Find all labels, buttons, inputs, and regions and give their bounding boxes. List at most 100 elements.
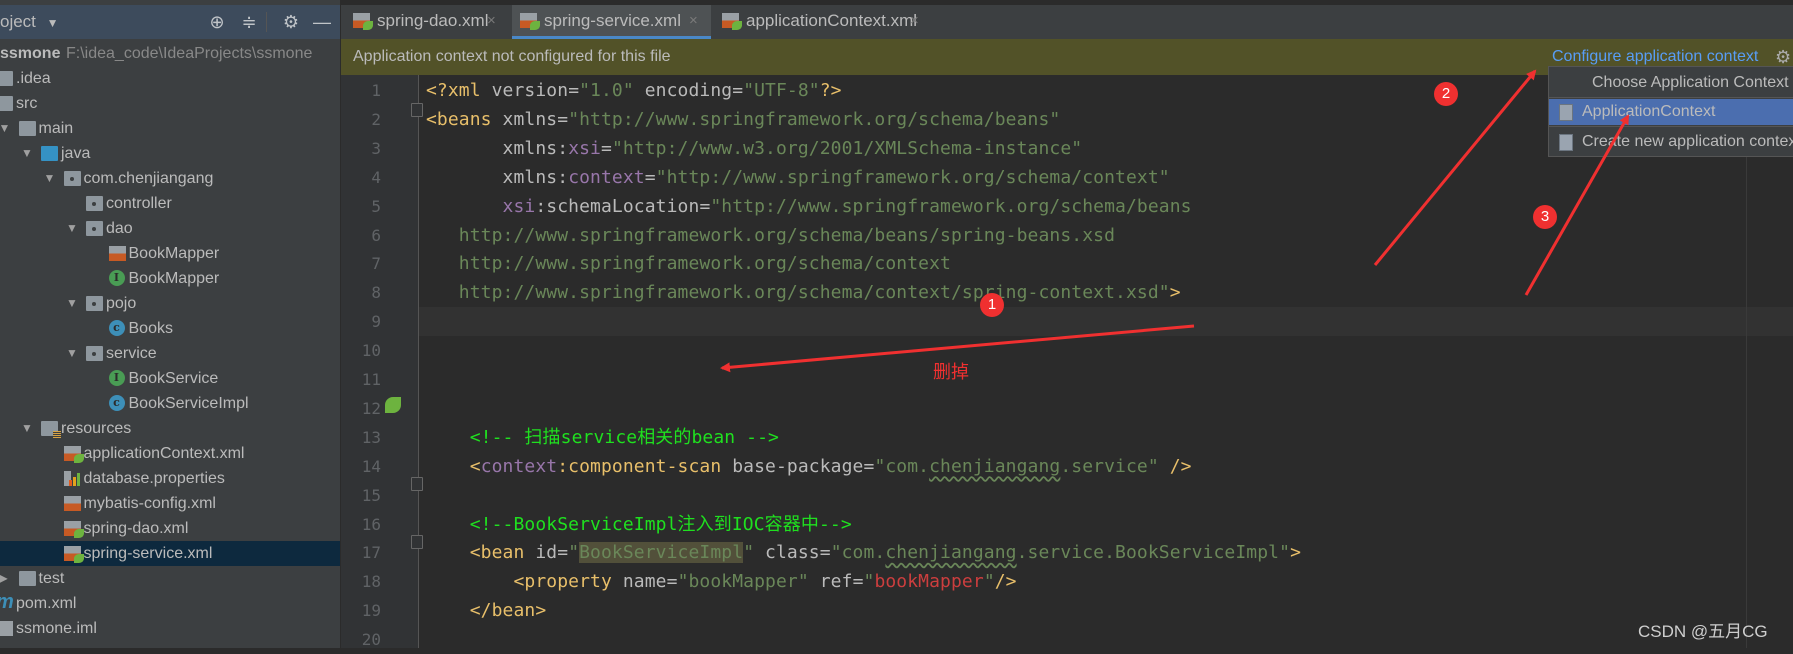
code-token: <!-- 扫描service相关的bean --> xyxy=(426,426,779,448)
tree-item[interactable]: I BookService xyxy=(0,366,340,391)
tree-item-label: test xyxy=(38,570,65,587)
code-line[interactable]: http://www.springframework.org/schema/co… xyxy=(426,278,1181,307)
code-token: ref xyxy=(808,571,853,593)
gear-icon[interactable]: ⚙ xyxy=(279,10,303,34)
tab-label: spring-service.xml xyxy=(544,11,681,30)
spring-xml-icon xyxy=(63,521,84,538)
line-number: 11 xyxy=(361,370,381,389)
tree-item-label: src xyxy=(16,95,38,112)
tree-item[interactable]: ▼ resources xyxy=(0,416,340,441)
popup-header: Choose Application Context xyxy=(1549,67,1793,98)
tree-item[interactable]: BookMapper xyxy=(0,241,340,266)
annotation-badge-2: 2 xyxy=(1434,82,1458,106)
code-line[interactable]: </bean> xyxy=(426,596,546,625)
folder-icon xyxy=(0,71,13,86)
code-line[interactable]: <?xml version="1.0" encoding="UTF-8"?> xyxy=(426,76,842,105)
tree-item[interactable]: mpom.xml xyxy=(0,591,340,616)
spring-xml-icon xyxy=(722,13,742,30)
code-line[interactable]: xmlns:context="http://www.springframewor… xyxy=(426,163,1170,192)
tree-item[interactable]: controller xyxy=(0,191,340,216)
code-line[interactable]: http://www.springframework.org/schema/co… xyxy=(426,249,951,278)
tab-label: spring-dao.xml xyxy=(377,11,489,30)
crosshair-icon[interactable]: ⊕ xyxy=(205,10,229,34)
tree-item[interactable]: applicationContext.xml xyxy=(0,441,340,466)
tree-item[interactable]: ▼ java xyxy=(0,141,340,166)
code-token: <!--BookServiceImpl注入到IOC容器中--> xyxy=(426,513,852,535)
tree-item[interactable]: ▼ com.chenjiangang xyxy=(0,166,340,191)
expanded-arrow-icon[interactable]: ▼ xyxy=(0,116,10,141)
tree-item-label: .idea xyxy=(16,70,51,87)
tree-item[interactable]: c BookServiceImpl xyxy=(0,391,340,416)
tree-item[interactable]: .idea xyxy=(0,66,340,91)
close-icon[interactable]: × xyxy=(689,5,698,37)
code-token: xmlns: xyxy=(426,137,569,159)
code-line[interactable]: <bean id="BookServiceImpl" class="com.ch… xyxy=(426,538,1301,567)
tree-item[interactable]: src xyxy=(0,91,340,116)
expanded-arrow-icon[interactable]: ▼ xyxy=(66,341,78,366)
code-line[interactable]: <property name="bookMapper" ref="bookMap… xyxy=(426,567,1017,596)
code-line[interactable]: <beans xmlns="http://www.springframework… xyxy=(426,105,1060,134)
line-number: 5 xyxy=(371,196,381,216)
tree-item[interactable]: mybatis-config.xml xyxy=(0,491,340,516)
code-line[interactable]: http://www.springframework.org/schema/be… xyxy=(426,221,1115,250)
tree-item[interactable]: ▼ dao xyxy=(0,216,340,241)
root-path: F:\idea_code\IdeaProjects\ssmone xyxy=(66,45,313,62)
tree-item[interactable]: spring-dao.xml xyxy=(0,516,340,541)
project-panel-header: oject ▼ ⊕ ≑ ⚙ — xyxy=(0,5,340,39)
code-token: </bean> xyxy=(426,600,547,622)
tree-item[interactable]: I BookMapper xyxy=(0,266,340,291)
expanded-arrow-icon[interactable]: ▼ xyxy=(66,216,78,241)
fold-marker-icon[interactable] xyxy=(411,535,423,549)
popup-item-create-new[interactable]: Create new application context... xyxy=(1549,126,1793,157)
fold-marker-icon[interactable] xyxy=(411,477,423,491)
project-view-selector[interactable]: oject ▼ xyxy=(0,12,59,32)
tree-item[interactable]: spring-service.xml xyxy=(0,541,340,566)
tree-root-ssmone[interactable]: ssmone F:\idea_code\IdeaProjects\ssmone xyxy=(0,41,340,66)
code-line[interactable]: xmlns:xsi="http://www.w3.org/2001/XMLSch… xyxy=(426,134,1083,163)
code-token: http://www.springframework.org/schema/be… xyxy=(426,224,1116,246)
tree-item-label: database.properties xyxy=(83,470,225,487)
code-token: "http://www.springframework.org/schema/b… xyxy=(710,195,1192,217)
code-token: :component-scan xyxy=(557,455,722,477)
expanded-arrow-icon[interactable]: ▼ xyxy=(21,416,33,441)
code-token: = xyxy=(557,108,569,130)
expanded-arrow-icon[interactable]: ▼ xyxy=(21,141,33,166)
expanded-arrow-icon[interactable]: ▼ xyxy=(66,291,78,316)
tree-item[interactable]: database.properties xyxy=(0,466,340,491)
collapse-all-icon[interactable]: ≑ xyxy=(237,10,261,34)
iml-icon xyxy=(0,621,13,636)
popup-item-label: ApplicationContext xyxy=(1582,103,1716,120)
expanded-arrow-icon[interactable]: ▼ xyxy=(44,166,56,191)
delete-note: 删掉 xyxy=(933,362,969,382)
minimize-icon[interactable]: — xyxy=(310,10,334,34)
tree-item[interactable]: ssmone.iml xyxy=(0,616,340,641)
code-token: = xyxy=(863,455,875,477)
code-token: http://www.springframework.org/schema/co… xyxy=(426,282,1170,304)
code-line[interactable]: <context:component-scan base-package="co… xyxy=(426,452,1192,481)
tree-item[interactable]: c Books xyxy=(0,316,340,341)
fold-marker-icon[interactable] xyxy=(411,103,423,117)
close-icon[interactable]: × xyxy=(910,5,919,37)
tab-spring-service-xml[interactable]: spring-service.xml × xyxy=(512,5,711,39)
choose-context-popup: Choose Application Context ApplicationCo… xyxy=(1548,66,1793,157)
popup-item-applicationcontext[interactable]: ApplicationContext xyxy=(1549,99,1793,125)
tree-item[interactable]: ▼ main xyxy=(0,116,340,141)
tab-applicationcontext-xml[interactable]: applicationContext.xml × xyxy=(714,5,932,39)
collapsed-arrow-icon[interactable]: ▶ xyxy=(0,566,8,591)
code-line[interactable]: <!-- 扫描service相关的bean --> xyxy=(426,423,779,452)
xml-icon xyxy=(108,246,126,261)
tree-item[interactable]: ▼ service xyxy=(0,341,340,366)
tab-spring-dao-xml[interactable]: spring-dao.xml × xyxy=(345,5,509,39)
tree-item[interactable]: ▶ test xyxy=(0,566,340,591)
line-number: 13 xyxy=(361,427,381,447)
code-token: = xyxy=(699,195,711,217)
code-editor[interactable]: 1 2 3 4 5 6 7 8 9 10 11 12 13 14 15 16 17 18 19 20 <?xml ve… xyxy=(341,75,1793,649)
code-line[interactable]: <!--BookServiceImpl注入到IOC容器中--> xyxy=(426,510,852,539)
spring-bean-icon[interactable] xyxy=(385,397,401,413)
code-token: xsi xyxy=(426,195,536,217)
close-icon[interactable]: × xyxy=(487,5,496,37)
tree-item-label: applicationContext.xml xyxy=(83,445,245,462)
tree-item[interactable]: ▼ pojo xyxy=(0,291,340,316)
line-number: 18 xyxy=(361,572,381,592)
code-line[interactable]: xsi:schemaLocation="http://www.springfra… xyxy=(426,192,1192,221)
